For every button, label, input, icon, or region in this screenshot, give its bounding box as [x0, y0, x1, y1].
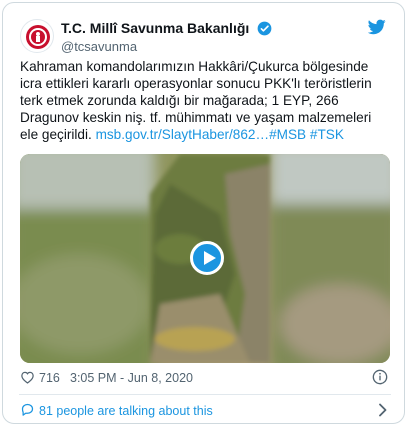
chat-bubble-icon	[20, 402, 35, 420]
verified-badge-icon	[257, 21, 272, 41]
chevron-right-icon[interactable]	[378, 403, 388, 420]
video-media[interactable]	[20, 154, 390, 363]
tweet-card[interactable]: T.C. Millî Savunma Bakanlığı @tcsavunma …	[2, 2, 405, 424]
heart-icon[interactable]	[20, 370, 35, 387]
account-handle[interactable]: @tcsavunma	[61, 39, 137, 54]
tweet-meta: 716 3:05 PM - Jun 8, 2020	[20, 369, 390, 387]
tweet-header: T.C. Millî Savunma Bakanlığı @tcsavunma	[20, 17, 390, 57]
avatar[interactable]	[20, 19, 54, 53]
play-button[interactable]	[190, 241, 224, 275]
talking-count-text[interactable]: 81 people are talking about this	[39, 404, 213, 418]
ministry-logo-icon	[26, 25, 50, 49]
tweet-text: Kahraman komandolarımızın Hakkâri/Çukurc…	[20, 58, 390, 143]
tweet-link[interactable]: msb.gov.tr/SlaytHaber/862…	[96, 127, 270, 142]
hashtag-tsk[interactable]: #TSK	[310, 127, 344, 142]
info-icon[interactable]	[372, 369, 388, 388]
twitter-bird-icon[interactable]	[367, 19, 386, 40]
display-name-row[interactable]: T.C. Millî Savunma Bakanlığı	[61, 20, 272, 41]
like-count[interactable]: 716	[39, 371, 60, 385]
divider	[19, 394, 391, 395]
timestamp[interactable]: 3:05 PM - Jun 8, 2020	[70, 371, 193, 385]
conversation-link[interactable]: 81 people are talking about this	[20, 401, 390, 419]
hashtag-msb[interactable]: #MSB	[269, 127, 306, 142]
display-name[interactable]: T.C. Millî Savunma Bakanlığı	[61, 20, 249, 36]
